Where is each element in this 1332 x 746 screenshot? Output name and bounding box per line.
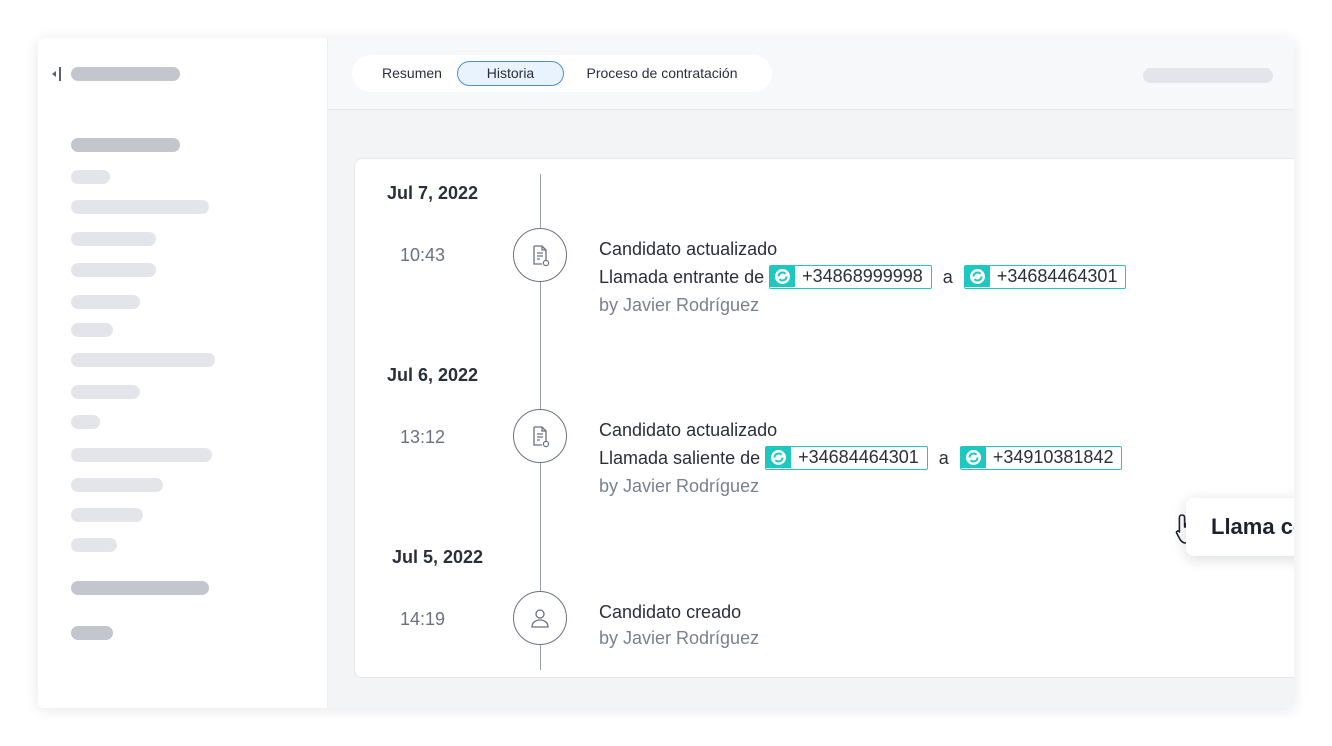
timeline-node	[513, 591, 567, 645]
sidebar-item-placeholder	[71, 415, 100, 429]
sidebar	[38, 38, 328, 708]
ringover-sync-icon	[964, 266, 990, 287]
top-bar: Resumen Historia Proceso de contratación	[328, 38, 1294, 110]
timeline-time: 13:12	[400, 427, 446, 447]
timeline-date: Jul 7, 2022	[387, 183, 479, 203]
tab-proceso-de-contratacion[interactable]: Proceso de contratación	[568, 61, 756, 86]
sidebar-item-placeholder	[71, 385, 140, 399]
timeline-event: Candidato actualizado Llamada saliente d…	[599, 416, 1123, 500]
sidebar-title-placeholder	[71, 67, 180, 81]
sidebar-item-placeholder	[71, 232, 156, 246]
event-title: Candidato actualizado	[599, 239, 778, 259]
timeline-event: Candidato creado by Javier Rodríguez	[599, 598, 759, 652]
sidebar-item-placeholder	[71, 263, 156, 277]
collapse-sidebar-icon[interactable]	[52, 66, 64, 82]
sidebar-item-placeholder	[71, 170, 110, 184]
connector-text: a	[942, 267, 953, 287]
phone-chip[interactable]: +34910381842	[959, 446, 1123, 470]
sidebar-item-placeholder	[71, 200, 209, 214]
ringover-sync-icon	[960, 447, 986, 468]
phone-number: +34684464301	[996, 266, 1118, 286]
ringover-sync-icon	[766, 447, 792, 468]
event-title: Candidato actualizado	[599, 420, 778, 440]
event-author: by Javier Rodríguez	[599, 628, 760, 648]
phone-number: +34910381842	[992, 447, 1114, 467]
phone-number: +34868999998	[802, 266, 923, 286]
call-direction: Llamada entrante de	[599, 267, 765, 287]
timeline-time: 14:19	[400, 609, 446, 629]
phone-chip[interactable]: +34868999998	[769, 265, 932, 289]
sidebar-section-placeholder	[71, 581, 209, 595]
event-call: Llamada entrante de +34868999998 a +3468…	[599, 263, 1127, 291]
tab-resumen[interactable]: Resumen	[369, 61, 455, 86]
call-with-ringover-tooltip: Llama con Ringover	[1186, 498, 1294, 556]
history-timeline: Jul 7, 2022 10:43 Candidato actualizado …	[354, 158, 1294, 678]
tab-historia[interactable]: Historia	[457, 61, 564, 86]
sidebar-item-placeholder	[71, 478, 163, 492]
event-author: by Javier Rodríguez	[599, 476, 760, 496]
tab-bar: Resumen Historia Proceso de contratación	[352, 55, 772, 92]
sidebar-item-placeholder	[71, 295, 140, 309]
document-refresh-icon	[533, 426, 550, 448]
sidebar-item-placeholder	[71, 626, 113, 640]
sidebar-item-placeholder	[71, 353, 215, 367]
sidebar-section-placeholder	[71, 138, 180, 152]
timeline-time: 10:43	[400, 245, 446, 265]
call-direction: Llamada saliente de	[599, 448, 761, 468]
phone-chip[interactable]: +34684464301	[765, 446, 928, 470]
sidebar-item-placeholder	[71, 508, 143, 522]
ringover-sync-icon	[770, 266, 796, 287]
app-window: Resumen Historia Proceso de contratación…	[38, 38, 1294, 708]
timeline-date: Jul 5, 2022	[392, 547, 484, 567]
phone-chip[interactable]: +34684464301	[963, 265, 1127, 289]
phone-number: +34684464301	[798, 447, 919, 467]
event-call: Llamada saliente de +34684464301 a +3491…	[599, 444, 1123, 472]
timeline-node	[513, 409, 567, 463]
event-author: by Javier Rodríguez	[599, 295, 760, 315]
event-title: Candidato creado	[599, 602, 742, 622]
topbar-placeholder	[1143, 68, 1273, 83]
user-icon	[531, 609, 549, 628]
document-refresh-icon	[533, 245, 550, 267]
sidebar-item-placeholder	[71, 323, 113, 337]
main-content: Resumen Historia Proceso de contratación…	[328, 38, 1294, 708]
sidebar-item-placeholder	[71, 448, 212, 462]
timeline-date: Jul 6, 2022	[387, 365, 479, 385]
timeline-node	[513, 228, 567, 282]
timeline-event: Candidato actualizado Llamada entrante d…	[599, 235, 1127, 319]
connector-text: a	[938, 448, 949, 468]
sidebar-item-placeholder	[71, 538, 117, 552]
